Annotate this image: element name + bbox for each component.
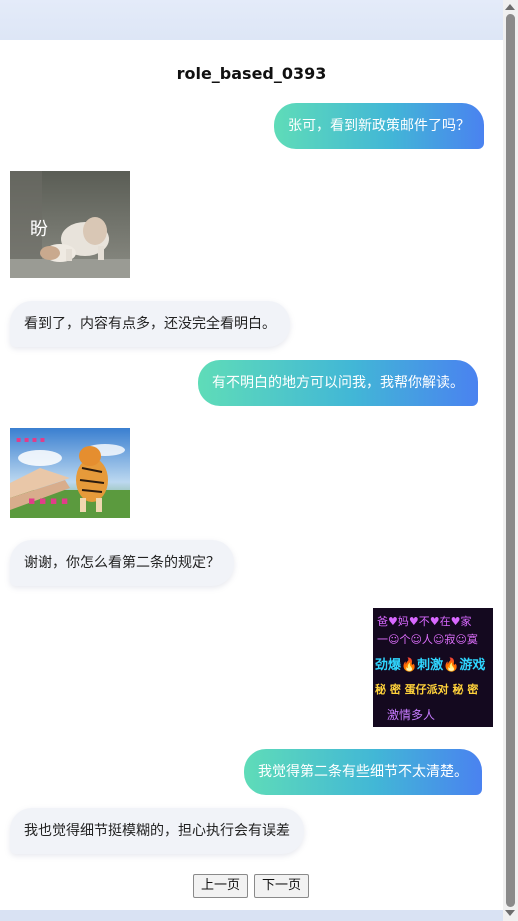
message-bubble-received: 看到了，内容有点多，还没完全看明白。: [10, 301, 290, 347]
sticker-caption: 盼: [30, 219, 48, 240]
scrollbar-thumb[interactable]: [506, 14, 515, 907]
sticker-image-cat[interactable]: 盼: [10, 171, 130, 278]
sticker-image-tiger[interactable]: ▪ ▪ ▪ ▪ ▪ ▪ ▪ ▪: [10, 428, 130, 518]
poster-line: 爸♥妈♥不♥在♥家: [377, 614, 471, 628]
message-bubble-sent: 张可，看到新政策邮件了吗？: [274, 103, 484, 149]
conversation-title: role_based_0393: [176, 64, 327, 83]
message-bubble-received: 谢谢，你怎么看第二条的规定？: [10, 540, 234, 586]
next-page-button[interactable]: 下一页: [254, 874, 310, 898]
top-band: [0, 0, 503, 40]
poster-line: 一☺个☺人☺寂☺寞: [377, 632, 478, 646]
scroll-down-arrow-icon[interactable]: [505, 910, 515, 916]
prev-page-button[interactable]: 上一页: [193, 874, 249, 898]
sticker-image-neon-poster[interactable]: 爸♥妈♥不♥在♥家 一☺个☺人☺寂☺寞 劲爆🔥刺激🔥游戏 秘 密 蛋仔派对 秘 …: [373, 608, 493, 727]
poster-line: 激情多人: [387, 708, 435, 722]
svg-text:▪ ▪ ▪ ▪: ▪ ▪ ▪ ▪: [16, 435, 45, 444]
svg-text:▪ ▪ ▪ ▪: ▪ ▪ ▪ ▪: [28, 494, 68, 507]
scroll-up-arrow-icon[interactable]: [505, 4, 515, 10]
message-bubble-sent: 我觉得第二条有些细节不太清楚。: [244, 749, 482, 795]
poster-line: 劲爆🔥刺激🔥游戏: [375, 657, 485, 673]
message-bubble-received: 我也觉得细节挺模糊的，担心执行会有误差: [10, 808, 304, 854]
poster-line: 秘 密 蛋仔派对 秘 密: [375, 682, 478, 696]
bottom-band: [0, 910, 503, 921]
message-bubble-sent: 有不明白的地方可以问我，我帮你解读。: [198, 360, 478, 406]
